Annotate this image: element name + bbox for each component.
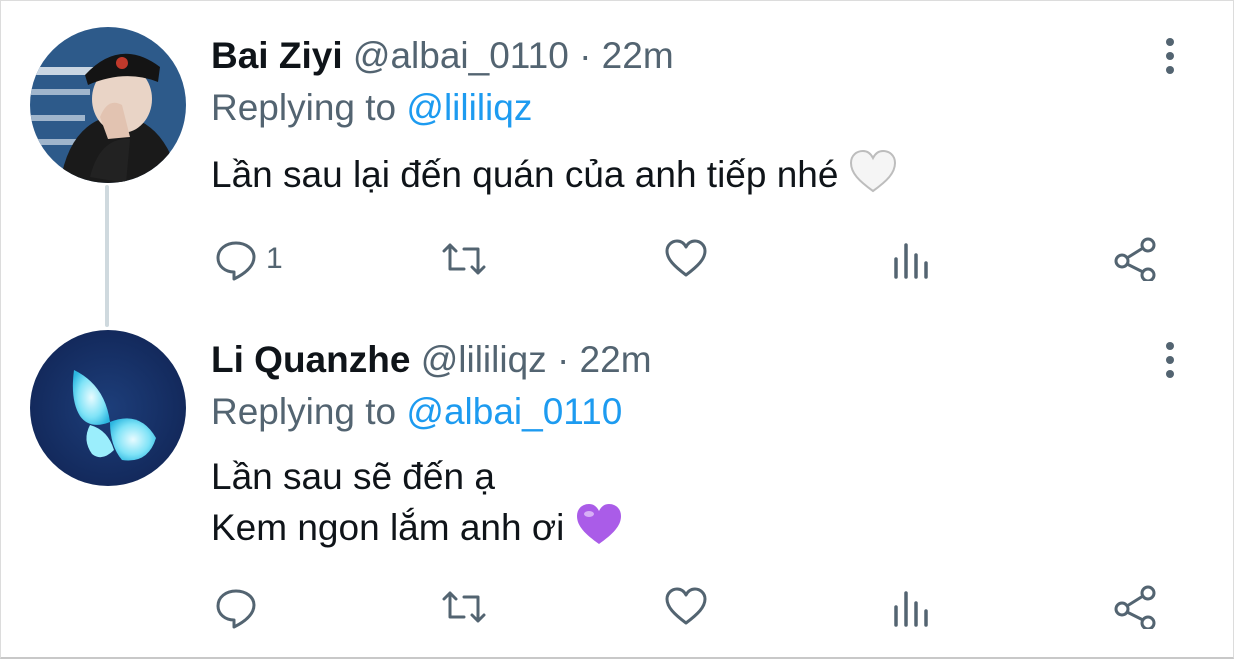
display-name[interactable]: Li Quanzhe (211, 339, 410, 380)
retweet-button[interactable] (440, 234, 488, 284)
analytics-icon (894, 243, 928, 279)
avatar[interactable] (30, 27, 186, 183)
tweet-1[interactable]: Bai Ziyi @albai_0110 · 22m Replying to @… (0, 0, 1234, 310)
retweet-icon (442, 591, 486, 623)
share-button[interactable] (1112, 234, 1160, 284)
tweet-text-line-2: Kem ngon lắm anh ơi (211, 502, 623, 559)
analytics-button[interactable] (890, 582, 934, 632)
dot-separator: · (579, 35, 592, 76)
tweet-header: Bai Ziyi @albai_0110 · 22m (211, 34, 674, 78)
tweet-text-line: Kem ngon lắm anh ơi (211, 507, 565, 548)
tweet-text-line: Lần sau lại đến quán của anh tiếp nhé (211, 154, 839, 195)
tweet-text: Lần sau lại đến quán của anh tiếp nhé (211, 149, 897, 206)
reply-button[interactable]: 1 (214, 234, 283, 284)
heart-icon (665, 587, 707, 625)
reply-icon (216, 241, 256, 281)
more-options-icon[interactable] (1150, 34, 1190, 78)
reply-button[interactable] (214, 582, 266, 632)
timestamp[interactable]: 22m (580, 339, 652, 380)
tweet-2[interactable]: Li Quanzhe @lililiqz · 22m Replying to @… (0, 310, 1234, 658)
dot-separator: · (556, 339, 570, 380)
like-button[interactable] (664, 234, 708, 284)
display-name[interactable]: Bai Ziyi (211, 35, 343, 76)
replying-to-line: Replying to @lililiqz (211, 86, 532, 130)
avatar-photo-person (30, 27, 186, 183)
timestamp[interactable]: 22m (602, 35, 674, 76)
mention-link[interactable]: @lililiqz (406, 87, 532, 128)
more-options-icon[interactable] (1150, 338, 1190, 382)
tweet-actions: 1 (0, 234, 1234, 284)
reply-count: 1 (266, 242, 283, 275)
share-button[interactable] (1112, 582, 1160, 632)
user-handle[interactable]: @albai_0110 (353, 35, 569, 76)
replying-to-label: Replying to (211, 391, 397, 432)
avatar[interactable] (30, 330, 186, 486)
heart-icon (665, 239, 707, 277)
mention-link[interactable]: @albai_0110 (406, 391, 622, 432)
analytics-icon (894, 591, 928, 627)
retweet-icon (442, 243, 486, 275)
tweet-text-line-1: Lần sau sẽ đến ạ (211, 452, 495, 502)
user-handle[interactable]: @lililiqz (421, 339, 547, 380)
share-icon (1114, 237, 1156, 281)
purple-heart-emoji (575, 502, 623, 559)
reply-icon (216, 589, 256, 629)
replying-to-label: Replying to (211, 87, 397, 128)
tweet-actions (0, 582, 1234, 632)
white-heart-emoji (849, 149, 897, 206)
tweet-text-line: Lần sau sẽ đến ạ (211, 456, 495, 497)
avatar-photo-butterfly (30, 330, 186, 486)
retweet-button[interactable] (440, 582, 488, 632)
tweet-header: Li Quanzhe @lililiqz · 22m (211, 338, 652, 382)
like-button[interactable] (664, 582, 708, 632)
replying-to-line: Replying to @albai_0110 (211, 390, 622, 434)
share-icon (1114, 585, 1156, 629)
analytics-button[interactable] (890, 234, 934, 284)
